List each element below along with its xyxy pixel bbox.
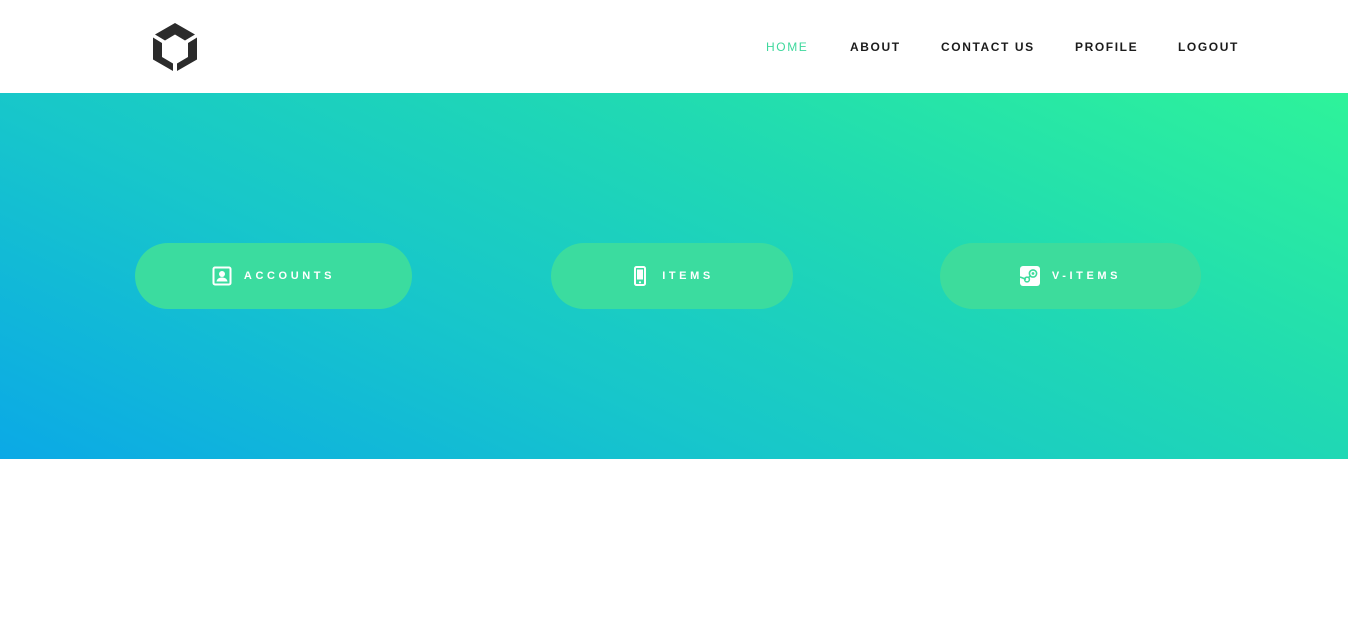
items-button[interactable]: ITEMS <box>551 243 793 309</box>
nav-item-contact-us[interactable]: CONTACT US <box>941 39 1035 55</box>
mobile-phone-icon <box>634 266 647 286</box>
nav-item-logout[interactable]: LOGOUT <box>1178 39 1239 55</box>
accounts-button-label: ACCOUNTS <box>243 270 336 282</box>
site-header: HOME ABOUT CONTACT US PROFILE LOGOUT <box>0 0 1348 93</box>
v-items-button-label: V-ITEMS <box>1051 270 1122 282</box>
accounts-button[interactable]: ACCOUNTS <box>135 243 412 309</box>
contact-card-icon <box>212 266 232 286</box>
hexagon-cube-logo-icon[interactable] <box>151 22 199 72</box>
items-button-label: ITEMS <box>662 270 714 282</box>
hero-section: ACCOUNTS ITEMS V-ITEMS <box>0 93 1348 459</box>
nav-item-about[interactable]: ABOUT <box>850 39 901 55</box>
v-items-button[interactable]: V-ITEMS <box>940 243 1201 309</box>
steam-icon <box>1019 266 1040 286</box>
nav-item-home[interactable]: HOME <box>766 39 808 55</box>
nav-item-profile[interactable]: PROFILE <box>1075 39 1138 55</box>
